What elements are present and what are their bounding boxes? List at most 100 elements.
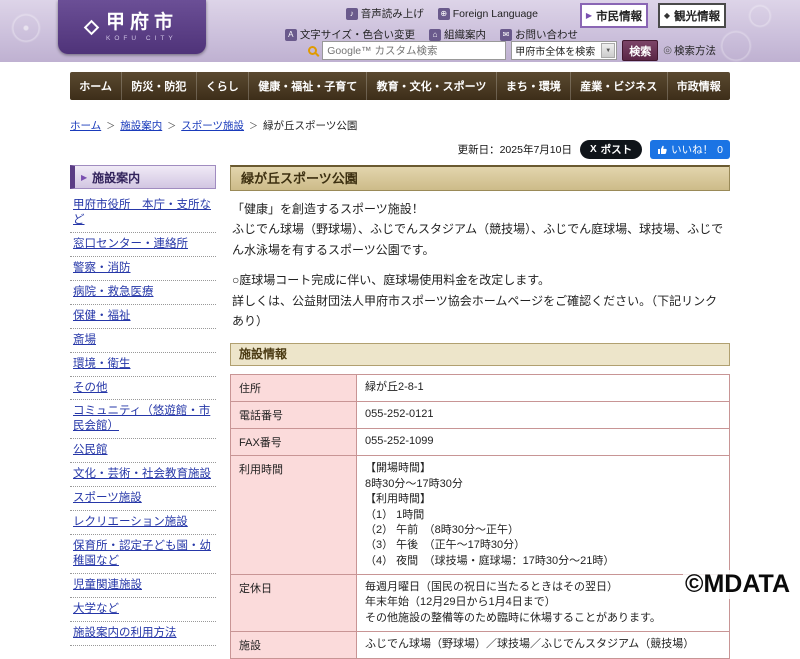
page-title: 緑が丘スポーツ公園 [230,165,730,191]
text-size-icon: A [285,29,297,41]
global-nav: ホーム 防災・防犯 くらし 健康・福祉・子育て 教育・文化・スポーツ まち・環境… [70,72,730,100]
row-value-closed-days: 毎週月曜日（国民の祝日に当たるときはその翌日） 年末年始（12月29日から1月4… [357,575,730,632]
organization-icon: ⌂ [429,29,441,41]
breadcrumb-current: 緑が丘スポーツ公園 [263,118,357,133]
row-label-phone: 電話番号 [231,402,357,429]
sidebar-item-label: 甲府市役所 本庁・支所など [73,199,211,226]
city-emblem-icon [84,19,100,35]
nav-item-town-environment[interactable]: まち・環境 [496,72,570,100]
utility-links-top: ♪ 音声読み上げ ⊕ Foreign Language [346,6,538,21]
site-search: 甲府市全体を検索 ▼ 検索 ◎ 検索方法 [308,40,716,61]
row-value-hours: 【開場時間】 8時30分～17時30分 【利用時間】 （1） 1時間 （2） 午… [357,456,730,575]
breadcrumb-home[interactable]: ホーム [70,118,101,133]
search-icon [308,46,317,55]
main-content: 緑が丘スポーツ公園 「健康」を創造するスポーツ施設！ ふじでん球場（野球場）、ふ… [230,165,730,659]
sidebar-item-children-facilities[interactable]: 児童関連施設 [70,574,216,598]
search-scope-value: 甲府市全体を検索 [512,43,601,58]
sidebar-item-label: 大学など [73,603,119,615]
sidebar-item-funeral-hall[interactable]: 斎場 [70,329,216,353]
sidebar-item-label: 児童関連施設 [73,579,142,591]
sidebar-item-universities[interactable]: 大学など [70,598,216,622]
sidebar-item-sports-facilities[interactable]: スポーツ施設 [70,487,216,511]
nav-item-health-welfare[interactable]: 健康・福祉・子育て [248,72,366,100]
audio-readout-link[interactable]: ♪ 音声読み上げ [346,6,424,21]
facility-info-header: 施設情報 [230,343,730,366]
sidebar-item-label: 公民館 [73,444,108,456]
citizen-marker-icon: ▶ [586,12,592,20]
sidebar-item-label: 文化・芸術・社会教育施設 [73,468,211,480]
citizen-info-label: 市民情報 [596,8,642,24]
breadcrumb-separator: ＞ [167,119,176,132]
table-row: FAX番号 055-252-1099 [231,429,730,456]
sidebar-item-label: 斎場 [73,334,96,346]
audio-readout-label: 音声読み上げ [361,6,424,21]
sidebar-item-community[interactable]: コミュニティ（悠遊館・市民会館） [70,400,216,439]
arrow-right-icon: ▶ [81,173,87,182]
search-button[interactable]: 検索 [622,40,658,61]
table-row: 住所 緑が丘2-8-1 [231,375,730,402]
tourism-info-button[interactable]: ◆ 観光情報 [658,3,726,28]
row-value-phone: 055-252-0121 [357,402,730,429]
sidebar-item-label: コミュニティ（悠遊館・市民会館） [73,405,210,432]
page-body: ホーム ＞ 施設案内 ＞ スポーツ施設 ＞ 緑が丘スポーツ公園 更新日：2025… [70,118,730,659]
search-method-icon: ◎ [663,45,672,56]
foreign-language-label: Foreign Language [453,8,538,20]
citizen-info-button[interactable]: ▶ 市民情報 [580,3,648,28]
table-row: 電話番号 055-252-0121 [231,402,730,429]
sidebar-item-label: 病院・救急医療 [73,286,154,298]
row-label-facilities: 施設 [231,632,357,659]
sidebar-item-usage-guide[interactable]: 施設案内の利用方法 [70,622,216,646]
search-input[interactable] [322,41,506,60]
meta-row: 更新日：2025年7月10日 X ポスト いいね！ 0 [70,140,730,159]
sidebar-item-label: 窓口センター・連絡所 [73,238,188,250]
nav-item-living[interactable]: くらし [196,72,248,100]
logo-subtitle: KOFU CITY [106,35,178,42]
nav-item-disaster[interactable]: 防災・防犯 [121,72,195,100]
sidebar-item-health-welfare[interactable]: 保健・福祉 [70,305,216,329]
x-post-label: ポスト [601,142,633,157]
update-date: 更新日：2025年7月10日 [458,142,572,157]
sidebar-item-other[interactable]: その他 [70,377,216,401]
x-post-button[interactable]: X ポスト [580,140,642,159]
sidebar-item-hospitals[interactable]: 病院・救急医療 [70,281,216,305]
sidebar-item-label: スポーツ施設 [73,492,142,504]
watermark: ©MDATA [683,570,792,599]
row-label-address: 住所 [231,375,357,402]
sidebar-item-service-centers[interactable]: 窓口センター・連絡所 [70,233,216,257]
nav-item-education-culture[interactable]: 教育・文化・スポーツ [366,72,495,100]
sidebar-item-nursery[interactable]: 保育所・認定子ども園・幼稚園など [70,535,216,574]
sidebar-item-label: 警察・消防 [73,262,131,274]
sidebar-item-culture-education[interactable]: 文化・芸術・社会教育施設 [70,463,216,487]
row-label-hours: 利用時間 [231,456,357,575]
nav-item-industry-business[interactable]: 産業・ビジネス [570,72,666,100]
facebook-like-button[interactable]: いいね！ 0 [650,140,730,159]
intro-line-3: ○庭球場コート完成に伴い、庭球場使用料金を改定します。 [232,270,728,290]
search-method-label: 検索方法 [674,43,716,58]
search-scope-select[interactable]: 甲府市全体を検索 ▼ [511,41,617,60]
sidebar-item-community-center[interactable]: 公民館 [70,439,216,463]
foreign-language-link[interactable]: ⊕ Foreign Language [438,8,538,20]
city-logo[interactable]: 甲府市 KOFU CITY [58,0,206,54]
logo-title: 甲府市 [106,13,178,32]
mail-icon: ✉ [500,29,512,41]
speaker-icon: ♪ [346,8,358,20]
nav-item-home[interactable]: ホーム [70,72,121,100]
breadcrumb-separator: ＞ [249,119,258,132]
sidebar: ▶ 施設案内 甲府市役所 本庁・支所など 窓口センター・連絡所 警察・消防 病院… [70,165,216,646]
breadcrumb-facilities[interactable]: 施設案内 [120,118,162,133]
sidebar-item-recreation[interactable]: レクリエーション施設 [70,511,216,535]
tourism-info-label: 観光情報 [674,8,720,24]
sidebar-item-city-hall[interactable]: 甲府市役所 本庁・支所など [70,194,216,233]
like-count: 0 [717,144,723,156]
sidebar-item-environment[interactable]: 環境・衛生 [70,353,216,377]
sidebar-header: ▶ 施設案内 [70,165,216,189]
intro-text: 「健康」を創造するスポーツ施設！ ふじでん球場（野球場）、ふじでんスタジアム（競… [232,199,728,331]
search-method-link[interactable]: ◎ 検索方法 [663,43,716,58]
nav-item-city-government[interactable]: 市政情報 [667,72,730,100]
sidebar-item-label: 保育所・認定子ども園・幼稚園など [73,540,211,567]
sidebar-item-label: 保健・福祉 [73,310,131,322]
facility-info-table: 住所 緑が丘2-8-1 電話番号 055-252-0121 FAX番号 055-… [230,374,730,659]
sidebar-item-police-fire[interactable]: 警察・消防 [70,257,216,281]
breadcrumb-sports-facilities[interactable]: スポーツ施設 [181,118,244,133]
sidebar-item-label: レクリエーション施設 [73,516,188,528]
